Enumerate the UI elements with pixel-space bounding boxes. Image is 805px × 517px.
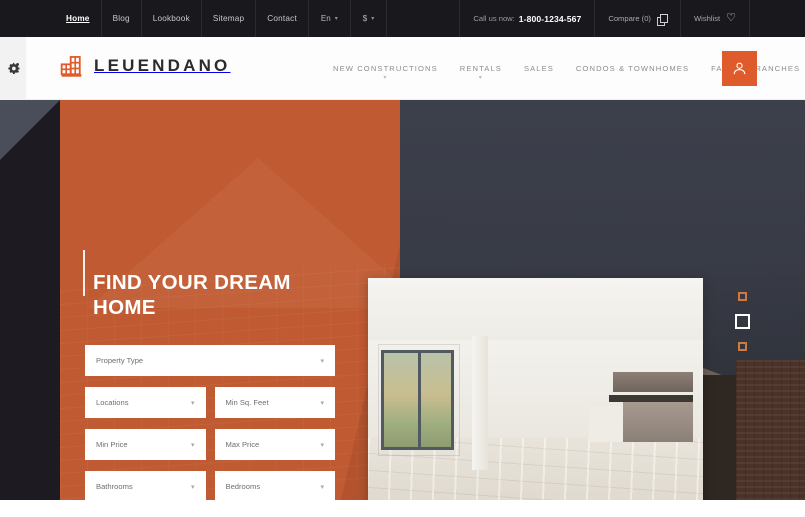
nav-item-condos-townhomes[interactable]: CONDOS & TOWNHOMES <box>565 37 700 100</box>
call-us-block: Call us now: 1-800-1234-567 <box>460 0 594 37</box>
page-bottom-spacer <box>0 500 805 517</box>
locations-select[interactable]: Locations ▾ <box>85 387 206 418</box>
chevron-down-icon: ▾ <box>320 399 324 407</box>
search-row: Bathrooms ▾ Bedrooms ▾ <box>85 471 335 500</box>
gear-icon <box>7 62 19 75</box>
property-type-select[interactable]: Property Type ▾ <box>85 345 335 376</box>
nav-label: CONDOS & TOWNHOMES <box>575 64 690 73</box>
topbar-link-home[interactable]: Home <box>55 0 101 37</box>
property-search-form: Property Type ▾ Locations ▾ Min Sq. Feet… <box>85 345 335 500</box>
top-utility-bar: Home Blog Lookbook Sitemap Contact En ▾ … <box>0 0 805 37</box>
chevron-down-icon: ▾ <box>383 75 388 81</box>
topbar-utilities: Call us now: 1-800-1234-567 Compare (0) … <box>459 0 750 37</box>
topbar-nav: Home Blog Lookbook Sitemap Contact En ▾ … <box>55 0 388 37</box>
select-value: Max Price <box>225 440 260 449</box>
chevron-down-icon: ▾ <box>320 483 324 491</box>
topbar-link-sitemap[interactable]: Sitemap <box>202 0 255 37</box>
pagination-dot-3[interactable] <box>738 342 747 351</box>
photo-window <box>381 350 454 450</box>
logo-text: LEUENDANO <box>94 56 231 75</box>
select-value: Min Price <box>96 440 128 449</box>
slider-pagination <box>735 292 750 364</box>
select-value: Bathrooms <box>96 482 133 491</box>
heart-icon: ♡ <box>726 12 736 24</box>
nav-item-sales[interactable]: SALES <box>513 37 565 100</box>
pagination-dot-2-active[interactable] <box>735 314 750 329</box>
photo-kitchen-cabinets <box>613 372 693 392</box>
currency-selector[interactable]: $ ▾ <box>351 0 386 37</box>
photo-kitchen-island <box>589 406 625 442</box>
hero-section: FIND YOUR DREAM HOME Property Type ▾ Loc… <box>0 100 805 500</box>
select-value: Min Sq. Feet <box>225 398 269 407</box>
user-account-button[interactable] <box>722 51 757 86</box>
site-header: LEUENDANO NEW CONSTRUCTIONS ▾ RENTALS ▾ … <box>0 37 805 100</box>
nav-label: SALES <box>523 64 554 73</box>
pagination-dot-1[interactable] <box>738 292 747 301</box>
topbar-link-blog[interactable]: Blog <box>102 0 141 37</box>
bedrooms-select[interactable]: Bedrooms ▾ <box>214 471 335 500</box>
chevron-down-icon: ▾ <box>190 399 195 407</box>
chevron-down-icon: ▾ <box>371 16 375 22</box>
compare-icon <box>656 13 668 26</box>
bathrooms-select[interactable]: Bathrooms ▾ <box>85 471 206 500</box>
search-row: Min Price ▾ Max Price ▾ <box>85 429 335 460</box>
call-us-label: Call us now: <box>473 14 515 23</box>
chevron-down-icon: ▾ <box>334 16 338 22</box>
language-selector[interactable]: En ▾ <box>309 0 350 37</box>
photo-ceiling <box>368 278 703 340</box>
building-shape <box>736 360 805 500</box>
nav-label: NEW CONSTRUCTIONS <box>333 64 438 73</box>
language-value: En <box>320 14 331 23</box>
property-photo <box>368 278 703 500</box>
nav-item-new-constructions[interactable]: NEW CONSTRUCTIONS ▾ <box>322 37 449 100</box>
featured-property-card[interactable]: 330 Spring St 4C New York – If you are l… <box>368 278 703 500</box>
settings-panel-toggle[interactable] <box>0 37 26 100</box>
select-value: Locations <box>96 398 129 407</box>
chevron-down-icon: ▾ <box>190 441 195 449</box>
compare-label: Compare (0) <box>608 14 651 23</box>
chevron-down-icon: ▾ <box>478 75 483 81</box>
min-sq-feet-select[interactable]: Min Sq. Feet ▾ <box>214 387 335 418</box>
chevron-down-icon: ▾ <box>320 357 324 365</box>
compare-button[interactable]: Compare (0) <box>595 0 680 37</box>
divider <box>749 0 750 37</box>
wishlist-button[interactable]: Wishlist ♡ <box>681 0 749 37</box>
select-value: Property Type <box>96 356 144 365</box>
wishlist-label: Wishlist <box>693 14 721 23</box>
divider <box>386 0 388 37</box>
chevron-down-icon: ▾ <box>190 483 195 491</box>
nav-label: RENTALS <box>459 64 502 73</box>
page-root: Home Blog Lookbook Sitemap Contact En ▾ … <box>0 0 805 517</box>
photo-kitchen-base <box>623 402 693 442</box>
hero-left-dark-strip <box>0 100 60 500</box>
photo-column <box>472 336 488 470</box>
site-logo[interactable]: LEUENDANO <box>60 54 230 78</box>
chevron-down-icon: ▾ <box>320 441 324 449</box>
search-row: Property Type ▾ <box>85 345 335 376</box>
min-price-select[interactable]: Min Price ▾ <box>85 429 206 460</box>
hero-title: FIND YOUR DREAM HOME <box>83 250 353 320</box>
nav-item-rentals[interactable]: RENTALS ▾ <box>449 37 513 100</box>
search-row: Locations ▾ Min Sq. Feet ▾ <box>85 387 335 418</box>
photo-kitchen-counter <box>609 395 693 402</box>
user-icon <box>733 62 746 75</box>
currency-value: $ <box>362 14 368 23</box>
max-price-select[interactable]: Max Price ▾ <box>214 429 335 460</box>
select-value: Bedrooms <box>225 482 261 491</box>
building-logo-icon <box>60 56 82 77</box>
topbar-link-contact[interactable]: Contact <box>256 0 308 37</box>
phone-number[interactable]: 1-800-1234-567 <box>519 14 582 24</box>
topbar-link-lookbook[interactable]: Lookbook <box>142 0 201 37</box>
